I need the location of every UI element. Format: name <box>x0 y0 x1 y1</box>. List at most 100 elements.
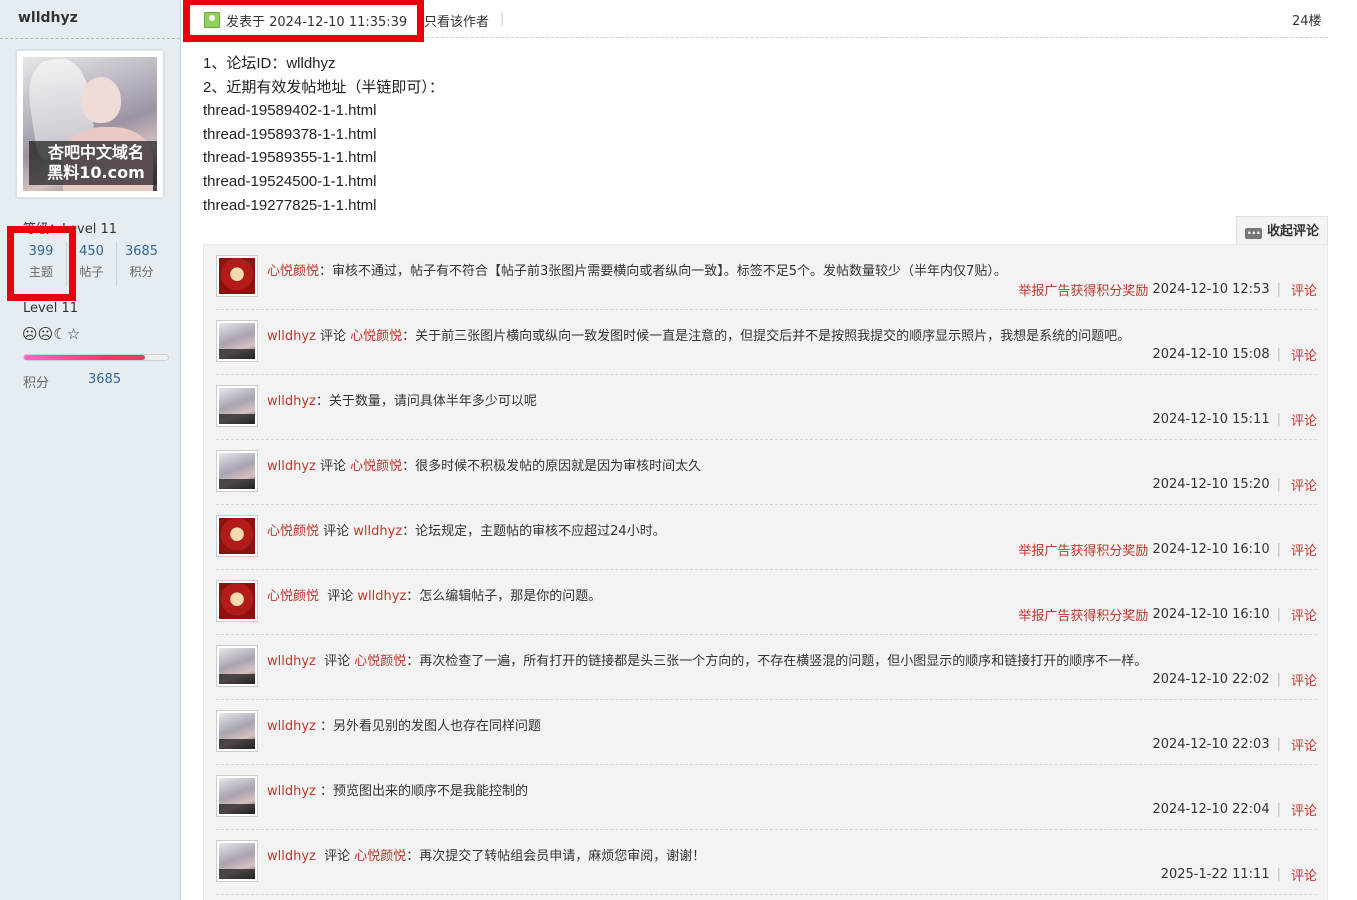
comment-reply-link[interactable]: 评论 <box>1291 670 1317 689</box>
comment-item: wlldhyz ：预览图出来的顺序不是我能控制的 2024-12-10 22:04… <box>216 765 1317 830</box>
report-ad-link[interactable]: 举报广告获得积分奖励 <box>1018 605 1148 624</box>
comment-body: ：审核不通过，帖子有不符合【帖子前3张图片需要横向或者纵向一致】。标签不足5个。… <box>319 264 1007 279</box>
comment-meta: 举报广告获得积分奖励 2024-12-10 16:10 | 评论 <box>1018 605 1317 624</box>
comment-meta: 2024-12-10 15:11 | 评论 <box>1152 410 1317 429</box>
comment-avatar[interactable] <box>216 385 258 427</box>
level-progress-bar <box>23 354 169 361</box>
comment-target-user[interactable]: 心悦颜悦 <box>350 329 402 344</box>
comment-target-user[interactable]: 心悦颜悦 <box>354 654 406 669</box>
comment-author[interactable]: 心悦颜悦 <box>267 524 319 539</box>
comment-reply-link[interactable]: 评论 <box>1291 345 1317 364</box>
comment-item: wlldhyz ：另外看见别的发图人也存在同样问题 2024-12-10 22:0… <box>216 700 1317 765</box>
comment-time: 2025-1-22 11:11 <box>1160 867 1270 882</box>
meta-separator: | <box>1276 347 1281 362</box>
comment-author[interactable]: wlldhyz <box>267 849 316 864</box>
comment-reply-link[interactable]: 评论 <box>1291 865 1317 884</box>
comment-author[interactable]: wlldhyz <box>267 459 316 474</box>
comments-panel: 心悦颜悦：审核不通过，帖子有不符合【帖子前3张图片需要横向或者纵向一致】。标签不… <box>203 244 1328 900</box>
avatar-watermark-line2: 黑料10.com <box>47 163 145 182</box>
comment-body: ：再次检查了一遍，所有打开的链接都是头三张一个方向的，不存在横竖混的问题，但小图… <box>406 654 1148 669</box>
points-value: 3685 <box>88 372 122 387</box>
comment-author[interactable]: wlldhyz <box>267 784 316 799</box>
comment-item: 心悦颜悦 评论 wlldhyz：论坛规定，主题帖的审核不应超过24小时。举报广告… <box>216 505 1317 570</box>
comment-author[interactable]: wlldhyz <box>267 394 316 409</box>
comment-reply-link[interactable]: 评论 <box>1291 410 1317 429</box>
comment-time: 2024-12-10 22:02 <box>1152 672 1270 687</box>
post-line: thread-19277825-1-1.html <box>203 196 377 214</box>
comment-text-line: wlldhyz ：另外看见别的发图人也存在同样问题 <box>267 715 541 734</box>
comment-item: wlldhyz 评论 心悦颜悦：再次检查了一遍，所有打开的链接都是头三张一个方向… <box>216 635 1317 700</box>
avatar-image <box>219 778 255 814</box>
comment-author[interactable]: 心悦颜悦 <box>267 589 319 604</box>
stat-points[interactable]: 3685 积分 <box>116 242 166 286</box>
comment-target-user[interactable]: wlldhyz <box>357 589 406 604</box>
comment-text-line: wlldhyz：关于数量，请问具体半年多少可以呢 <box>267 390 537 409</box>
comment-avatar[interactable] <box>216 450 258 492</box>
comment-reply-link[interactable]: 评论 <box>1291 475 1317 494</box>
comment-text-line: 心悦颜悦 评论 wlldhyz：论坛规定，主题帖的审核不应超过24小时。 <box>267 520 666 539</box>
report-ad-link[interactable]: 举报广告获得积分奖励 <box>1018 280 1148 299</box>
comment-target-user[interactable]: 心悦颜悦 <box>350 459 402 474</box>
author-avatar[interactable]: 杏吧中文域名 黑料10.com <box>16 50 164 198</box>
comment-time: 2024-12-10 15:11 <box>1152 412 1270 427</box>
avatar-image <box>219 323 255 359</box>
comment-avatar[interactable] <box>216 320 258 362</box>
comment-author[interactable]: wlldhyz <box>267 329 316 344</box>
comment-author[interactable]: wlldhyz <box>267 654 316 669</box>
comment-avatar[interactable] <box>216 255 258 297</box>
comment-body: ：另外看见别的发图人也存在同样问题 <box>320 719 542 734</box>
comment-target-user[interactable]: 心悦颜悦 <box>354 849 406 864</box>
comment-avatar[interactable] <box>216 710 258 752</box>
meta-separator: | <box>1276 607 1281 622</box>
comment-verb: 评论 <box>315 459 351 474</box>
comment-avatar[interactable] <box>216 515 258 557</box>
comment-body: ：很多时候不积极发帖的原因就是因为审核时间太久 <box>402 459 702 474</box>
comment-avatar[interactable] <box>216 840 258 882</box>
comment-item: wlldhyz 评论 心悦颜悦：再次提交了转帖组会员申请，麻烦您审阅，谢谢！ 20… <box>216 830 1317 895</box>
comment-body: ：预览图出来的顺序不是我能控制的 <box>320 784 529 799</box>
avatar-image: 杏吧中文域名 黑料10.com <box>23 57 157 191</box>
stat-points-label: 积分 <box>129 265 154 279</box>
avatar-watermark: 杏吧中文域名 黑料10.com <box>29 141 157 185</box>
avatar-image <box>219 648 255 684</box>
comment-text-line: 心悦颜悦：审核不通过，帖子有不符合【帖子前3张图片需要横向或者纵向一致】。标签不… <box>267 260 1007 279</box>
points-label: 积分 <box>23 376 50 391</box>
avatar-image <box>219 453 255 489</box>
meta-separator: | <box>1276 737 1281 752</box>
comment-reply-link[interactable]: 评论 <box>1291 800 1317 819</box>
header-separator: | <box>500 11 505 26</box>
comment-verb: 评论 <box>319 524 354 539</box>
floor-number[interactable]: 24楼 <box>1292 10 1322 29</box>
comment-body: ：关于数量，请问具体半年多少可以呢 <box>315 394 537 409</box>
post-line: thread-19589378-1-1.html <box>203 125 377 143</box>
comment-icon <box>1245 218 1262 248</box>
comment-avatar[interactable] <box>216 645 258 687</box>
meta-separator: | <box>1276 802 1281 817</box>
comment-meta: 2025-1-22 11:11 | 评论 <box>1161 865 1317 884</box>
comment-reply-link[interactable]: 评论 <box>1291 735 1317 754</box>
author-username[interactable]: wlldhyz <box>18 10 78 26</box>
meta-separator: | <box>1276 867 1281 882</box>
comment-body: ：关于前三张图片横向或纵向一致发图时候一直是注意的，但提交后并不是按照我提交的顺… <box>402 329 1131 344</box>
collapse-comments-button[interactable]: 收起评论 <box>1236 216 1328 248</box>
report-ad-link[interactable]: 举报广告获得积分奖励 <box>1018 540 1148 559</box>
comment-avatar[interactable] <box>216 580 258 622</box>
meta-separator: | <box>1276 542 1281 557</box>
meta-separator: | <box>1276 477 1281 492</box>
comment-avatar[interactable] <box>216 775 258 817</box>
comment-text-line: 心悦颜悦 评论 wlldhyz：怎么编辑帖子，那是你的问题。 <box>267 585 601 604</box>
only-author-link[interactable]: 只看该作者 <box>424 11 489 30</box>
comment-author[interactable]: 心悦颜悦 <box>267 264 319 279</box>
comment-target-user[interactable]: wlldhyz <box>353 524 402 539</box>
highlight-box-threads <box>7 226 76 301</box>
stat-points-count[interactable]: 3685 <box>117 242 166 262</box>
comment-reply-link[interactable]: 评论 <box>1291 280 1317 299</box>
comment-reply-link[interactable]: 评论 <box>1291 605 1317 624</box>
comment-verb: 评论 <box>315 654 355 669</box>
comment-reply-link[interactable]: 评论 <box>1291 540 1317 559</box>
post-line: thread-19589355-1-1.html <box>203 149 377 167</box>
comment-text-line: wlldhyz 评论 心悦颜悦：很多时候不积极发帖的原因就是因为审核时间太久 <box>267 455 701 474</box>
comment-time: 2024-12-10 12:53 <box>1152 282 1270 297</box>
comment-author[interactable]: wlldhyz <box>267 719 316 734</box>
comment-body: ：再次提交了转帖组会员申请，麻烦您审阅，谢谢！ <box>406 849 706 864</box>
